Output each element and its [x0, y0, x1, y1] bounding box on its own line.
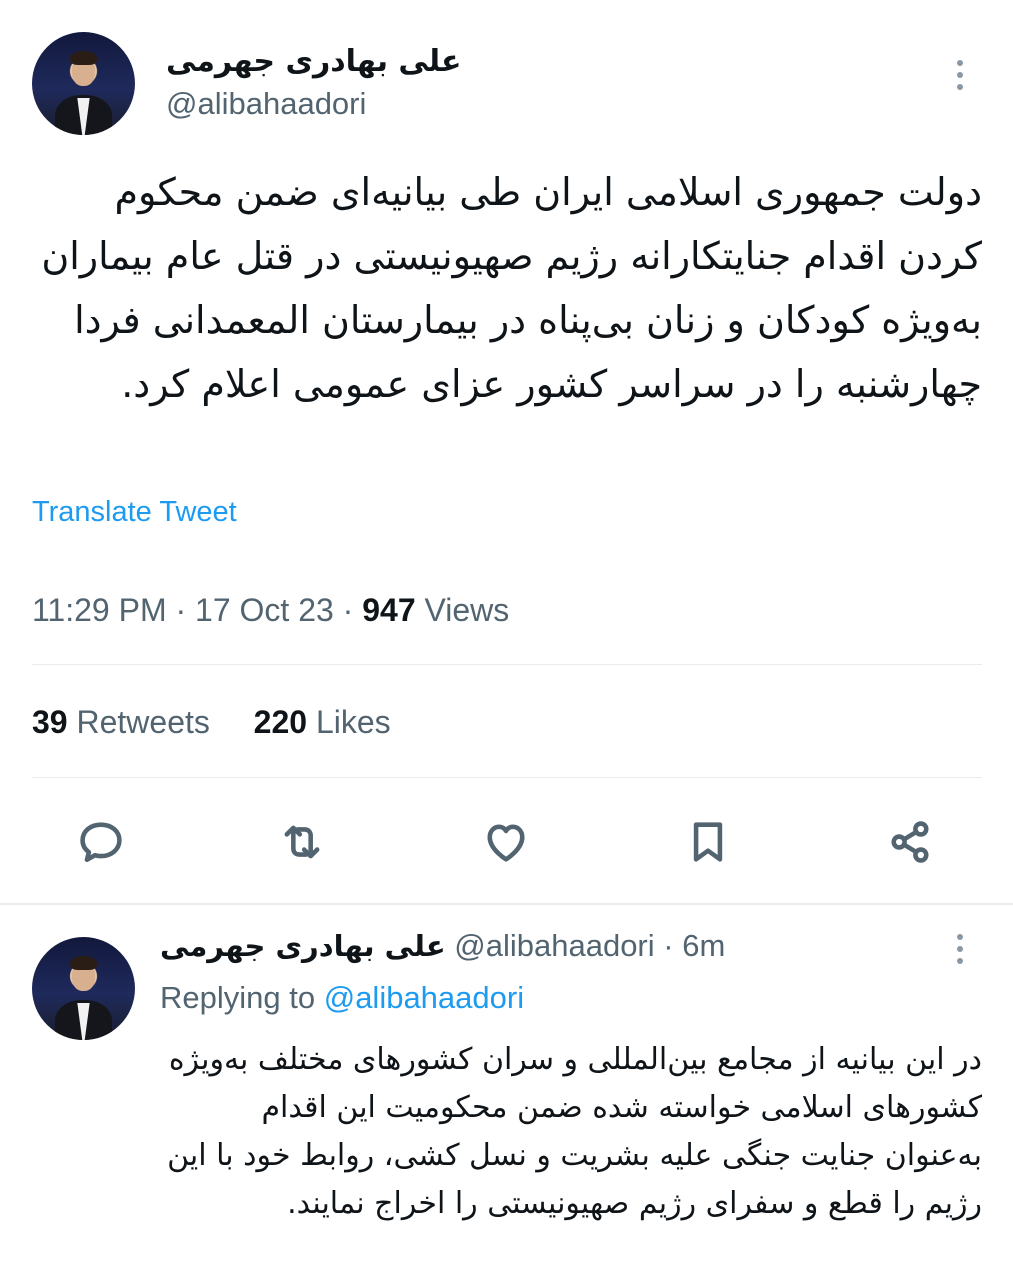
likes-stat[interactable]: 220 Likes — [254, 704, 391, 740]
translate-tweet-link[interactable]: Translate Tweet — [32, 496, 237, 529]
like-button[interactable] — [476, 812, 536, 872]
likes-count: 220 — [253, 704, 308, 740]
reply-more-options-icon[interactable] — [957, 934, 965, 970]
more-options-icon[interactable] — [957, 60, 965, 96]
tweet-time[interactable]: 11:29 PM — [32, 592, 167, 628]
avatar-hair — [70, 50, 97, 65]
tweet-stats: 39 Retweets 220 Likes — [32, 704, 391, 741]
author-handle[interactable]: @alibahaadori — [166, 86, 366, 122]
reply-author-handle[interactable]: @alibahaadori — [454, 928, 654, 963]
share-icon — [891, 821, 929, 863]
retweets-count: 39 — [32, 704, 68, 740]
author-avatar[interactable] — [32, 32, 135, 135]
replying-to-handle-link[interactable]: @alibahaadori — [324, 980, 524, 1015]
meta-separator: · — [175, 592, 196, 628]
views-count: 947 — [362, 592, 416, 628]
reply-icon — [80, 822, 122, 863]
tweet-text: دولت جمهوری اسلامی ایران طی بیانیه‌ای ضم… — [41, 170, 982, 406]
tweet-separator — [0, 903, 1013, 905]
meta-separator: · — [342, 592, 363, 628]
reply-text: در این بیانیه از مجامع بین‌المللی و سران… — [167, 1042, 982, 1221]
reply-header: علی بهادری جهرمی @alibahaadori · 6m — [160, 928, 725, 964]
divider — [32, 777, 982, 778]
reply-separator: · — [663, 928, 674, 963]
reply-button[interactable] — [71, 812, 131, 872]
reply-author-name[interactable]: علی بهادری جهرمی — [160, 929, 446, 963]
author-name[interactable]: علی بهادری جهرمی — [166, 44, 462, 79]
views-label: Views — [424, 592, 510, 628]
reply-age[interactable]: 6m — [682, 928, 725, 963]
retweet-icon — [284, 825, 320, 859]
reply-author-avatar[interactable] — [32, 937, 135, 1040]
likes-label: Likes — [315, 704, 391, 740]
retweets-label: Retweets — [76, 704, 210, 740]
bookmark-icon — [693, 822, 723, 862]
retweet-button[interactable] — [272, 812, 332, 872]
share-button[interactable] — [880, 812, 940, 872]
like-icon — [487, 824, 525, 862]
replying-to: Replying to @alibahaadori — [160, 980, 524, 1016]
bookmark-button[interactable] — [678, 812, 738, 872]
replying-label: Replying to — [160, 980, 316, 1015]
retweets-stat[interactable]: 39 Retweets — [32, 704, 210, 740]
tweet-meta: 11:29 PM · 17 Oct 23 · 947 Views — [32, 592, 509, 629]
avatar-hair — [70, 955, 97, 970]
divider — [32, 664, 982, 665]
tweet-date[interactable]: 17 Oct 23 — [195, 592, 334, 628]
